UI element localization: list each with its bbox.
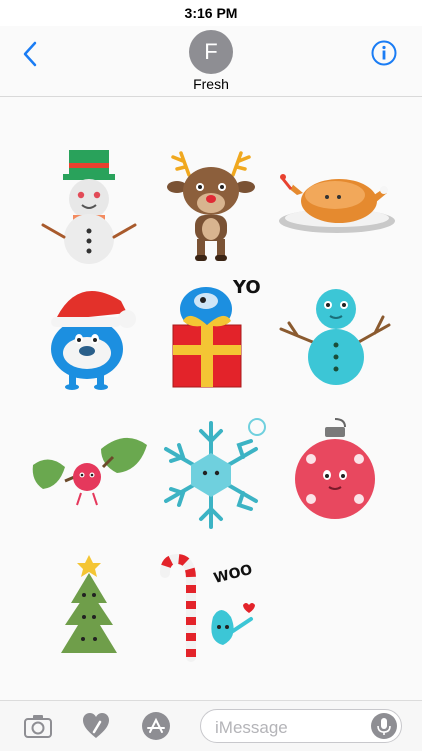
imessage-placeholder: iMessage [215,718,288,737]
contact-name[interactable]: Fresh [0,76,422,92]
digital-touch-heart-icon[interactable] [80,710,112,742]
camera-icon[interactable] [22,710,54,742]
sticker-snowman-top-hat[interactable] [29,145,149,265]
sticker-text-woo: WOO [212,562,254,587]
status-bar: 3:16 PM [0,0,422,26]
conversation-header: F Fresh [0,26,422,97]
sticker-snowflake[interactable] [151,415,271,535]
sticker-christmas-tree[interactable] [29,545,149,665]
microphone-icon[interactable] [371,713,397,739]
info-icon[interactable] [371,40,397,66]
sticker-santa-hat-monster[interactable] [29,273,149,393]
sticker-holly-berry[interactable] [29,415,149,535]
sticker-grid: YO WOO [0,97,422,700]
sticker-text-yo: YO [232,277,261,298]
sticker-candy-cane-drop[interactable]: WOO [151,545,271,665]
sticker-gift-box-monster[interactable]: YO [151,273,271,393]
avatar[interactable]: F [189,30,233,74]
sticker-roast-turkey[interactable] [275,145,395,265]
message-toolbar: iMessage [0,700,422,751]
sticker-blue-snowman[interactable] [275,273,395,393]
status-time: 3:16 PM [184,5,238,21]
sticker-pink-ornament[interactable] [275,415,395,535]
app-store-icon[interactable] [140,710,172,742]
back-chevron-icon[interactable] [20,40,42,68]
imessage-input[interactable]: iMessage [200,709,402,743]
sticker-reindeer[interactable] [151,145,271,265]
